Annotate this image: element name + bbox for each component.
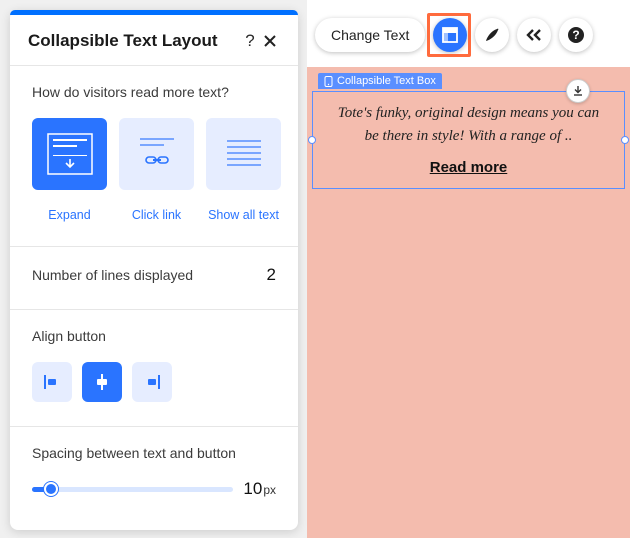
option-click-link[interactable]: Click link	[119, 118, 194, 222]
change-text-button[interactable]: Change Text	[315, 18, 425, 52]
expand-icon	[47, 133, 93, 175]
option-show-all[interactable]: Show all text	[206, 118, 281, 222]
resize-handle-right[interactable]	[621, 136, 629, 144]
slider-thumb[interactable]	[44, 482, 58, 496]
text-box-content: Tote's funky, original design means you …	[313, 92, 624, 188]
option-label-show-all: Show all text	[208, 208, 279, 222]
section-label-read-mode: How do visitors read more text?	[32, 84, 276, 100]
align-options	[32, 362, 276, 402]
lines-label: Number of lines displayed	[32, 267, 193, 283]
chevrons-left-icon	[525, 28, 543, 42]
layout-icon	[441, 26, 459, 44]
element-toolbar: Change Text ?	[315, 18, 593, 52]
spacing-slider[interactable]	[32, 479, 233, 499]
element-tag-label: Collapsible Text Box	[337, 75, 436, 87]
spacing-unit: px	[263, 483, 276, 497]
read-more-link[interactable]: Read more	[331, 159, 606, 176]
mobile-icon	[324, 76, 333, 87]
download-handle-icon[interactable]	[566, 79, 590, 103]
close-icon[interactable]	[260, 31, 280, 51]
section-spacing: Spacing between text and button 10px	[10, 426, 298, 523]
spacing-label: Spacing between text and button	[32, 445, 276, 461]
animation-button[interactable]	[517, 18, 551, 52]
preview-text: Tote's funky, original design means you …	[331, 102, 606, 147]
section-read-mode: How do visitors read more text? Expand	[10, 65, 298, 246]
align-left-icon	[42, 372, 62, 392]
option-expand[interactable]: Expand	[32, 118, 107, 222]
brush-icon	[483, 26, 501, 44]
section-align: Align button	[10, 309, 298, 426]
settings-panel: Collapsible Text Layout ? How do visitor…	[10, 10, 298, 530]
read-mode-options: Expand Click link	[32, 118, 276, 222]
align-right-button[interactable]	[132, 362, 172, 402]
collapsible-text-box[interactable]: Collapsible Text Box Tote's funky, origi…	[312, 91, 625, 189]
show-all-icon	[221, 136, 267, 172]
spacing-value[interactable]: 10	[243, 479, 262, 499]
page-background: Collapsible Text Box Tote's funky, origi…	[307, 67, 630, 538]
align-left-button[interactable]	[32, 362, 72, 402]
panel-title: Collapsible Text Layout	[28, 31, 240, 51]
section-lines: Number of lines displayed 2	[10, 246, 298, 309]
align-right-icon	[142, 372, 162, 392]
design-button[interactable]	[475, 18, 509, 52]
help-icon[interactable]: ?	[240, 31, 260, 51]
link-icon	[134, 136, 180, 172]
option-label-click-link: Click link	[132, 208, 181, 222]
editor-canvas: Change Text ?	[307, 0, 630, 538]
panel-header: Collapsible Text Layout ?	[10, 15, 298, 65]
resize-handle-left[interactable]	[308, 136, 316, 144]
help-button[interactable]: ?	[559, 18, 593, 52]
svg-text:?: ?	[573, 28, 580, 42]
align-center-button[interactable]	[82, 362, 122, 402]
lines-value[interactable]: 2	[267, 265, 276, 285]
question-icon: ?	[567, 26, 585, 44]
slider-track	[32, 487, 233, 492]
element-tag: Collapsible Text Box	[318, 73, 442, 89]
align-center-icon	[92, 372, 112, 392]
layout-button[interactable]	[433, 18, 467, 52]
align-label: Align button	[32, 328, 276, 344]
option-label-expand: Expand	[48, 208, 90, 222]
